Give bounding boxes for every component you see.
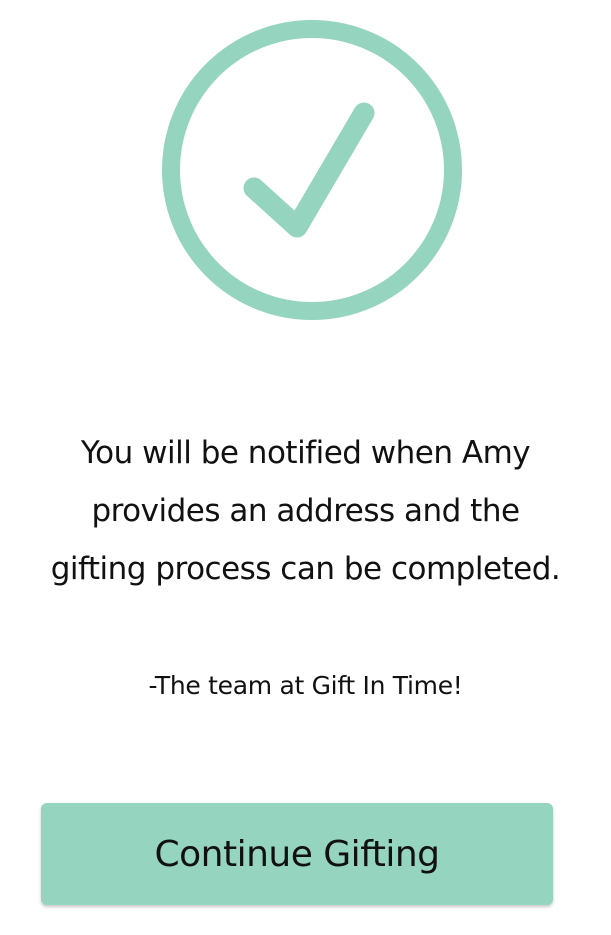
team-signature: -The team at Gift In Time! [148,671,463,700]
continue-gifting-button[interactable]: Continue Gifting [41,803,553,905]
confirmation-message: You will be notified when Amy provides a… [50,435,561,587]
checkmark-circle-icon [162,20,462,320]
